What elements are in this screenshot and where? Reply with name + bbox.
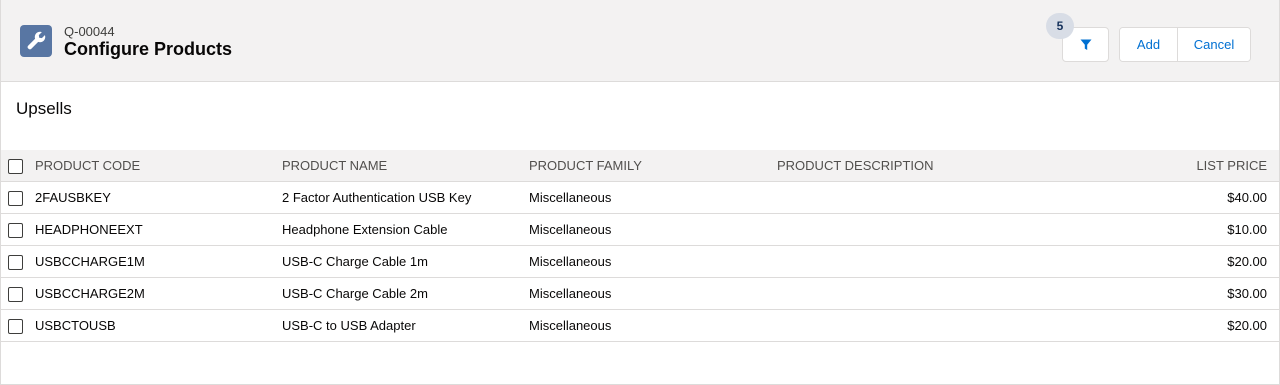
row-checkbox[interactable] [8,191,23,206]
product-family-cell: Miscellaneous [529,190,612,205]
product-name-cell: USB-C to USB Adapter [282,318,416,333]
page-header: Q-00044 Configure Products 5 Add Cancel [0,0,1280,82]
product-name-cell: 2 Factor Authentication USB Key [282,190,472,205]
row-checkbox[interactable] [8,319,23,334]
product-code-cell: USBCCHARGE1M [35,254,145,269]
column-header-product-code[interactable]: PRODUCT CODE [35,150,140,182]
section-title: Upsells [16,99,72,118]
product-code-cell: 2FAUSBKEY [35,190,111,205]
column-header-product-name[interactable]: PRODUCT NAME [282,150,387,182]
table-header-row: PRODUCT CODE PRODUCT NAME PRODUCT FAMILY… [1,150,1279,182]
product-name-cell: USB-C Charge Cable 1m [282,254,428,269]
row-checkbox[interactable] [8,223,23,238]
wrench-icon [20,25,52,57]
product-family-cell: Miscellaneous [529,286,612,301]
list-price-cell: $30.00 [1227,286,1267,301]
list-price-cell: $20.00 [1227,254,1267,269]
row-checkbox[interactable] [8,287,23,302]
product-family-cell: Miscellaneous [529,254,612,269]
product-name-cell: USB-C Charge Cable 2m [282,286,428,301]
list-price-cell: $10.00 [1227,222,1267,237]
product-family-cell: Miscellaneous [529,222,612,237]
product-code-cell: HEADPHONEEXT [35,222,143,237]
table-row: 2FAUSBKEY 2 Factor Authentication USB Ke… [1,182,1279,214]
product-name-cell: Headphone Extension Cable [282,222,448,237]
list-price-cell: $40.00 [1227,190,1267,205]
column-header-product-family[interactable]: PRODUCT FAMILY [529,150,642,182]
products-table: PRODUCT CODE PRODUCT NAME PRODUCT FAMILY… [1,150,1279,342]
product-code-cell: USBCTOUSB [35,318,116,333]
column-header-product-description[interactable]: PRODUCT DESCRIPTION [777,150,934,182]
table-row: USBCCHARGE1M USB-C Charge Cable 1m Misce… [1,246,1279,278]
row-checkbox[interactable] [8,255,23,270]
product-family-cell: Miscellaneous [529,318,612,333]
table-row: USBCTOUSB USB-C to USB Adapter Miscellan… [1,310,1279,342]
filter-count-badge: 5 [1046,13,1074,39]
filter-icon [1080,39,1091,50]
select-all-checkbox[interactable] [8,159,23,174]
add-button[interactable]: Add [1120,28,1178,61]
column-header-list-price[interactable]: LIST PRICE [1196,150,1267,182]
table-row: HEADPHONEEXT Headphone Extension Cable M… [1,214,1279,246]
action-button-group: Add Cancel [1119,27,1251,62]
page-title: Configure Products [64,39,233,59]
cancel-button[interactable]: Cancel [1178,28,1250,61]
table-row: USBCCHARGE2M USB-C Charge Cable 2m Misce… [1,278,1279,310]
quote-number: Q-00044 [64,24,115,39]
list-price-cell: $20.00 [1227,318,1267,333]
product-code-cell: USBCCHARGE2M [35,286,145,301]
